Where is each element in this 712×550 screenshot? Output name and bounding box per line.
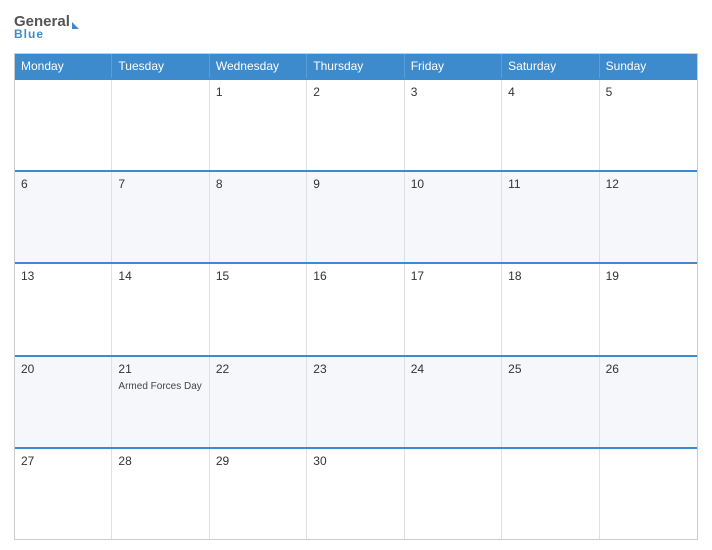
day-number: 17	[411, 269, 495, 283]
day-number: 23	[313, 362, 397, 376]
day-of-week-header: Monday	[15, 54, 112, 78]
day-number: 9	[313, 177, 397, 191]
calendar-day-cell: 29	[210, 449, 307, 539]
logo-blue-text: Blue	[14, 27, 44, 41]
calendar-day-cell	[600, 449, 697, 539]
calendar-header: General Blue	[14, 10, 698, 45]
calendar-day-cell: 17	[405, 264, 502, 354]
calendar-week: 12345	[15, 78, 697, 170]
calendar-day-cell: 12	[600, 172, 697, 262]
day-number: 30	[313, 454, 397, 468]
calendar-day-cell: 27	[15, 449, 112, 539]
day-number: 1	[216, 85, 300, 99]
calendar-day-cell: 10	[405, 172, 502, 262]
event-label: Armed Forces Day	[118, 380, 202, 393]
day-number: 6	[21, 177, 105, 191]
calendar-day-cell	[405, 449, 502, 539]
calendar-day-cell: 16	[307, 264, 404, 354]
day-of-week-header: Tuesday	[112, 54, 209, 78]
calendar-week: 27 28 29 30	[15, 447, 697, 539]
day-number: 12	[606, 177, 691, 191]
day-number: 13	[21, 269, 105, 283]
day-number: 4	[508, 85, 592, 99]
calendar-day-cell	[502, 449, 599, 539]
calendar-day-cell	[15, 80, 112, 170]
day-number: 5	[606, 85, 691, 99]
day-number: 22	[216, 362, 300, 376]
calendar-day-cell: 30	[307, 449, 404, 539]
day-number: 21	[118, 362, 202, 376]
calendar-day-cell: 1	[210, 80, 307, 170]
day-number: 3	[411, 85, 495, 99]
day-number: 8	[216, 177, 300, 191]
calendar-day-cell: 14	[112, 264, 209, 354]
logo: General Blue	[14, 14, 79, 41]
calendar-day-cell: 7	[112, 172, 209, 262]
day-number: 19	[606, 269, 691, 283]
calendar-day-cell: 13	[15, 264, 112, 354]
calendar-day-cell: 15	[210, 264, 307, 354]
calendar-day-cell: 8	[210, 172, 307, 262]
calendar-day-cell: 6	[15, 172, 112, 262]
day-of-week-header: Wednesday	[210, 54, 307, 78]
calendar-day-cell: 20	[15, 357, 112, 447]
day-number: 14	[118, 269, 202, 283]
day-of-week-header: Thursday	[307, 54, 404, 78]
calendar-day-cell: 11	[502, 172, 599, 262]
day-number: 28	[118, 454, 202, 468]
calendar-page: General Blue MondayTuesdayWednesdayThurs…	[0, 0, 712, 550]
calendar-day-cell: 9	[307, 172, 404, 262]
calendar-day-cell: 24	[405, 357, 502, 447]
calendar-day-cell: 21 Armed Forces Day	[112, 357, 209, 447]
calendar-week: 13 14 15 16 17 18 19	[15, 262, 697, 354]
day-of-week-header: Friday	[405, 54, 502, 78]
calendar-day-cell: 23	[307, 357, 404, 447]
logo-triangle-icon	[72, 22, 79, 29]
day-of-week-header: Sunday	[600, 54, 697, 78]
calendar-day-cell	[112, 80, 209, 170]
calendar-header-row: MondayTuesdayWednesdayThursdayFridaySatu…	[15, 54, 697, 78]
day-number: 7	[118, 177, 202, 191]
day-number: 11	[508, 177, 592, 191]
calendar-day-cell: 18	[502, 264, 599, 354]
calendar-day-cell: 2	[307, 80, 404, 170]
day-number: 16	[313, 269, 397, 283]
calendar-day-cell: 3	[405, 80, 502, 170]
day-number: 25	[508, 362, 592, 376]
day-number: 29	[216, 454, 300, 468]
calendar-body: 123456789101112131415161718192021Armed F…	[15, 78, 697, 539]
calendar-day-cell: 5	[600, 80, 697, 170]
calendar-week: 6789 10 11 12	[15, 170, 697, 262]
calendar-day-cell: 19	[600, 264, 697, 354]
calendar-day-cell: 22	[210, 357, 307, 447]
day-number: 26	[606, 362, 691, 376]
day-number: 15	[216, 269, 300, 283]
calendar-day-cell: 28	[112, 449, 209, 539]
calendar-day-cell: 26	[600, 357, 697, 447]
day-number: 18	[508, 269, 592, 283]
day-number: 24	[411, 362, 495, 376]
day-of-week-header: Saturday	[502, 54, 599, 78]
day-number: 20	[21, 362, 105, 376]
calendar-week: 20 21 Armed Forces Day 22 23 24 25 26	[15, 355, 697, 447]
day-number: 2	[313, 85, 397, 99]
calendar-grid: MondayTuesdayWednesdayThursdayFridaySatu…	[14, 53, 698, 540]
calendar-day-cell: 4	[502, 80, 599, 170]
calendar-day-cell: 25	[502, 357, 599, 447]
day-number: 10	[411, 177, 495, 191]
day-number: 27	[21, 454, 105, 468]
